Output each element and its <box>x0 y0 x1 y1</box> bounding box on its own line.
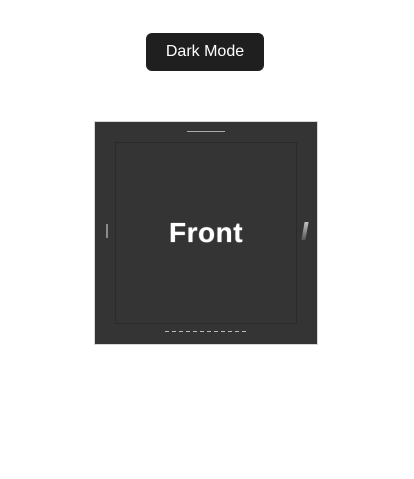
bottom-edge-artifact <box>165 331 247 332</box>
left-edge-artifact <box>106 224 108 238</box>
cube-scene: Front <box>94 121 318 345</box>
cube-inner-frame <box>115 142 297 324</box>
top-edge-artifact <box>187 131 225 132</box>
dark-mode-button[interactable]: Dark Mode <box>146 33 264 71</box>
